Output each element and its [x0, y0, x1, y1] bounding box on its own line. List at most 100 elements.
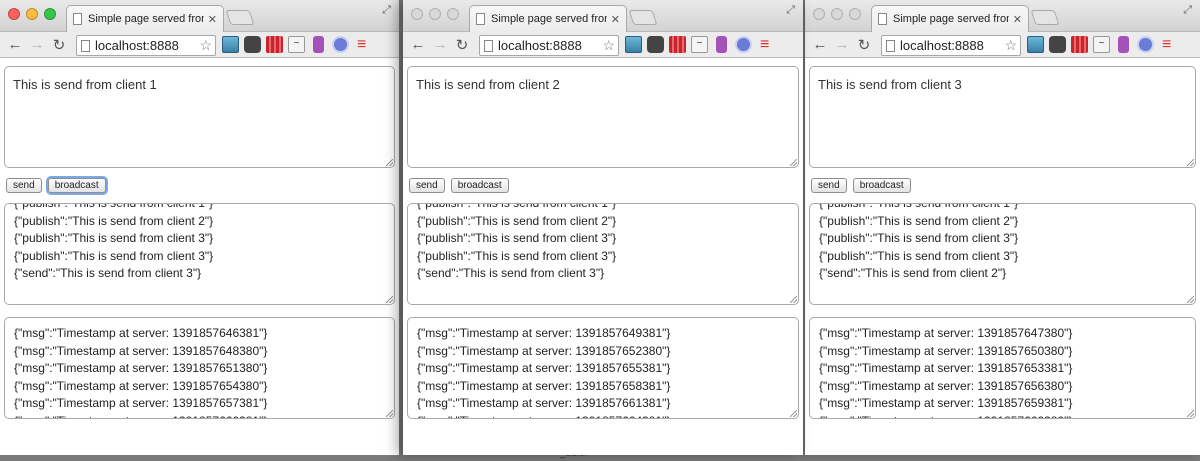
address-bar[interactable]: localhost:8888 ☆: [479, 35, 619, 56]
hamburger-menu-icon[interactable]: ≡: [357, 36, 366, 53]
log-line: {"publish":"This is send from client 2"}: [14, 213, 214, 228]
send-button[interactable]: send: [409, 178, 445, 193]
url-text: localhost:8888: [900, 38, 984, 53]
pocket-icon[interactable]: [647, 36, 664, 53]
hamburger-menu-icon[interactable]: ≡: [760, 36, 769, 53]
log-line: {"publish":"This is send from client 3"}: [819, 248, 1019, 263]
circle-extension-icon[interactable]: [735, 36, 752, 53]
messages-log[interactable]: {"publish":"This is send from client 1"}…: [809, 203, 1196, 305]
tilde-extension-icon[interactable]: ~: [1093, 36, 1110, 53]
new-tab-button[interactable]: [225, 10, 255, 25]
timestamp-line: {"msg":"Timestamp at server: 13918576543…: [14, 378, 268, 393]
reload-icon[interactable]: ↻: [48, 36, 70, 54]
message-textarea[interactable]: This is send from client 2: [407, 66, 799, 168]
timestamps-log[interactable]: {"msg":"Timestamp at server: 13918576473…: [809, 317, 1196, 419]
close-icon[interactable]: ✕: [208, 13, 217, 26]
minimize-window-button[interactable]: [831, 8, 843, 20]
title-bar: Simple page served from w ✕ ⤢: [0, 0, 399, 32]
phone-extension-icon[interactable]: [1118, 36, 1129, 53]
close-icon[interactable]: ✕: [1013, 13, 1022, 26]
messages-log[interactable]: {"publish":"This is send from client 1"}…: [4, 203, 395, 305]
timestamp-line: {"msg":"Timestamp at server: 13918576563…: [819, 378, 1073, 393]
message-textarea[interactable]: This is send from client 3: [809, 66, 1196, 168]
reload-icon[interactable]: ↻: [451, 36, 473, 54]
minimize-window-button[interactable]: [429, 8, 441, 20]
timestamp-line: {"msg":"Timestamp at server: 13918576553…: [417, 361, 671, 375]
url-text: localhost:8888: [498, 38, 582, 53]
address-bar[interactable]: localhost:8888 ☆: [76, 35, 216, 56]
expand-icon[interactable]: ⤢: [786, 4, 795, 17]
send-button[interactable]: send: [6, 178, 42, 193]
new-tab-button[interactable]: [1030, 10, 1060, 25]
avatar-extension-icon[interactable]: [222, 36, 239, 53]
log-line: {"publish":"This is send from client 3"}: [14, 248, 214, 263]
browser-window: Simple page served from w ✕ ⤢ ← → ↻ loca…: [805, 0, 1200, 455]
log-line: {"publish":"This is send from client 2"}: [819, 213, 1019, 228]
timestamp-line: {"msg":"Timestamp at server: 13918576523…: [417, 343, 671, 358]
close-icon[interactable]: ✕: [611, 13, 620, 26]
window-controls: [411, 8, 459, 20]
timestamp-line: {"msg":"Timestamp at server: 13918576643…: [417, 413, 789, 419]
page-icon: [878, 13, 887, 25]
grid-extension-icon[interactable]: [669, 36, 686, 53]
new-tab-button[interactable]: [628, 10, 658, 25]
close-window-button[interactable]: [8, 8, 20, 20]
grid-extension-icon[interactable]: [266, 36, 283, 53]
button-row: send broadcast: [409, 178, 799, 193]
extensions-area: ~ ≡: [1027, 36, 1171, 53]
browser-toolbar: ← → ↻ localhost:8888 ☆ ~ ≡: [0, 32, 399, 58]
avatar-extension-icon[interactable]: [625, 36, 642, 53]
message-textarea[interactable]: This is send from client 1: [4, 66, 395, 168]
broadcast-button[interactable]: broadcast: [47, 178, 106, 193]
browser-tab[interactable]: Simple page served from w ✕: [66, 5, 224, 32]
address-bar[interactable]: localhost:8888 ☆: [881, 35, 1021, 56]
forward-arrow-icon[interactable]: →: [429, 36, 451, 53]
reload-icon[interactable]: ↻: [853, 36, 875, 54]
broadcast-button[interactable]: broadcast: [852, 178, 911, 193]
forward-arrow-icon[interactable]: →: [831, 36, 853, 53]
tilde-extension-icon[interactable]: ~: [288, 36, 305, 53]
circle-extension-icon[interactable]: [1137, 36, 1154, 53]
back-arrow-icon[interactable]: ←: [407, 36, 429, 53]
hamburger-menu-icon[interactable]: ≡: [1162, 36, 1171, 53]
circle-extension-icon[interactable]: [332, 36, 349, 53]
pocket-icon[interactable]: [244, 36, 261, 53]
close-window-button[interactable]: [411, 8, 423, 20]
zoom-window-button[interactable]: [447, 8, 459, 20]
send-button[interactable]: send: [811, 178, 847, 193]
avatar-extension-icon[interactable]: [1027, 36, 1044, 53]
messages-log[interactable]: {"publish":"This is send from client 1"}…: [407, 203, 799, 305]
star-icon[interactable]: ☆: [1004, 37, 1017, 54]
back-arrow-icon[interactable]: ←: [809, 36, 831, 53]
close-window-button[interactable]: [813, 8, 825, 20]
expand-icon[interactable]: ⤢: [1183, 4, 1192, 17]
grid-extension-icon[interactable]: [1071, 36, 1088, 53]
browser-tab[interactable]: Simple page served from w ✕: [469, 5, 627, 32]
timestamp-line: {"msg":"Timestamp at server: 13918576483…: [14, 343, 268, 358]
zoom-window-button[interactable]: [44, 8, 56, 20]
star-icon[interactable]: ☆: [602, 37, 615, 54]
phone-extension-icon[interactable]: [716, 36, 727, 53]
timestamps-log[interactable]: {"msg":"Timestamp at server: 13918576493…: [407, 317, 799, 419]
page-icon: [73, 13, 82, 25]
zoom-window-button[interactable]: [849, 8, 861, 20]
phone-extension-icon[interactable]: [313, 36, 324, 53]
pocket-icon[interactable]: [1049, 36, 1066, 53]
star-icon[interactable]: ☆: [199, 37, 212, 54]
tilde-extension-icon[interactable]: ~: [691, 36, 708, 53]
timestamp-line: {"msg":"Timestamp at server: 13918576513…: [14, 361, 268, 375]
page-icon: [484, 39, 493, 52]
broadcast-button[interactable]: broadcast: [450, 178, 509, 193]
minimize-window-button[interactable]: [26, 8, 38, 20]
log-line: {"publish":"This is send from client 2"}: [417, 213, 617, 228]
page-content: This is send from client 3 send broadcas…: [805, 58, 1200, 427]
forward-arrow-icon[interactable]: →: [26, 36, 48, 53]
back-arrow-icon[interactable]: ←: [4, 36, 26, 53]
browser-tab[interactable]: Simple page served from w ✕: [871, 5, 1029, 32]
log-line: {"publish":"This is send from client 1"}: [819, 203, 1019, 210]
timestamps-log[interactable]: {"msg":"Timestamp at server: 13918576463…: [4, 317, 395, 419]
log-line: {"send":"This is send from client 3"}: [417, 266, 605, 280]
tab-title: Simple page served from w: [491, 13, 607, 25]
browser-toolbar: ← → ↻ localhost:8888 ☆ ~ ≡: [403, 32, 803, 58]
expand-icon[interactable]: ⤢: [382, 4, 391, 17]
